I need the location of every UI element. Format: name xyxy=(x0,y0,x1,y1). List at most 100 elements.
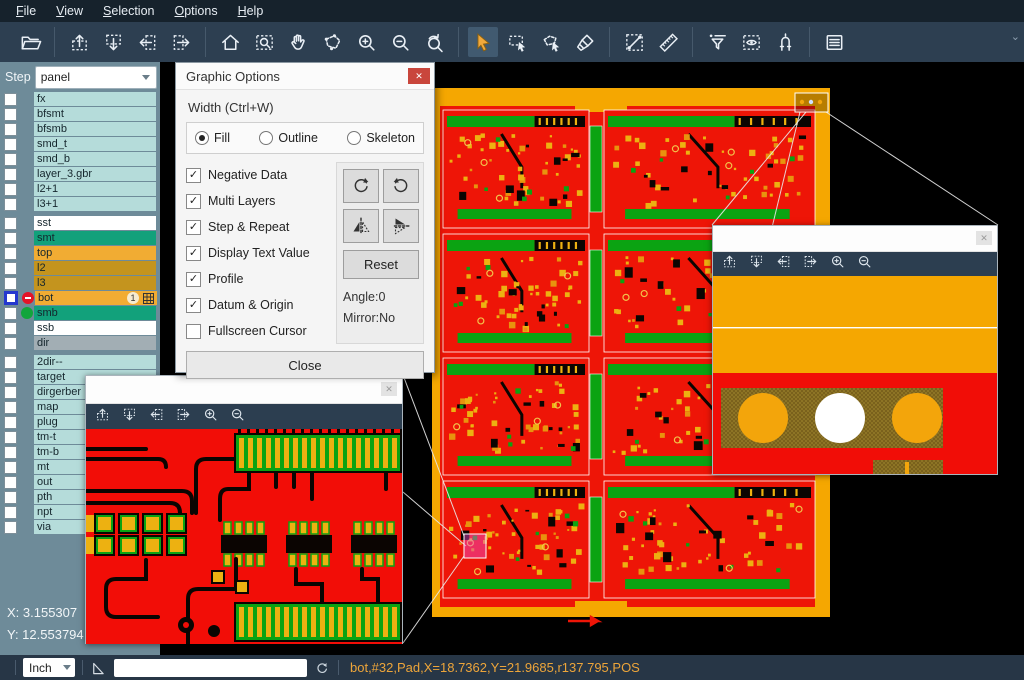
layer-checkbox-plug[interactable] xyxy=(4,416,17,429)
step-select[interactable]: panel xyxy=(35,66,157,89)
layer-row-layer_3.gbr[interactable]: layer_3.gbr xyxy=(0,167,160,181)
filter-icon[interactable] xyxy=(702,27,732,57)
layer-name[interactable]: 2dir-- xyxy=(34,355,156,369)
snap-icon[interactable] xyxy=(770,27,800,57)
close-icon[interactable]: ✕ xyxy=(976,231,992,245)
layer-name[interactable]: l3+1 xyxy=(34,197,156,211)
layer-name[interactable]: l2 xyxy=(34,261,156,275)
layer-checkbox-smb[interactable] xyxy=(4,307,17,320)
layer-checkbox-target[interactable] xyxy=(4,371,17,384)
zoom-window-left-titlebar[interactable]: ✕ xyxy=(86,376,402,404)
layer-checkbox-l2[interactable] xyxy=(4,262,17,275)
checkbox[interactable] xyxy=(186,324,201,339)
option-datum-origin[interactable]: ✓Datum & Origin xyxy=(186,292,336,318)
layer-name[interactable]: l2+1 xyxy=(34,182,156,196)
checkbox[interactable]: ✓ xyxy=(186,298,201,313)
option-profile[interactable]: ✓Profile xyxy=(186,266,336,292)
reset-button[interactable]: Reset xyxy=(343,250,419,279)
option-display-text-value[interactable]: ✓Display Text Value xyxy=(186,240,336,266)
rotate-cw-button[interactable] xyxy=(343,169,379,203)
layer-row-bfsmt[interactable]: bfsmt xyxy=(0,107,160,121)
open-folder-icon[interactable] xyxy=(15,27,45,57)
layer-checkbox-via[interactable] xyxy=(4,521,17,534)
layer-name[interactable]: bot1 xyxy=(35,291,157,305)
layer-name[interactable]: bfsmb xyxy=(34,122,156,136)
zoom-out-icon[interactable] xyxy=(229,406,246,428)
rotate-ccw-button[interactable] xyxy=(383,169,419,203)
option-step-repeat[interactable]: ✓Step & Repeat xyxy=(186,214,336,240)
measure-ruler-icon[interactable] xyxy=(653,27,683,57)
option-multi-layers[interactable]: ✓Multi Layers xyxy=(186,188,336,214)
zoom-view-right[interactable] xyxy=(713,276,997,474)
select-pointer-icon[interactable] xyxy=(468,27,498,57)
radio-outline[interactable]: Outline xyxy=(259,131,318,145)
layer-checkbox-l3+1[interactable] xyxy=(4,198,17,211)
shift-up-icon[interactable] xyxy=(721,253,738,275)
zoom-out-icon[interactable] xyxy=(856,253,873,275)
layer-checkbox-2dir--[interactable] xyxy=(4,356,17,369)
layer-name[interactable]: smd_t xyxy=(34,137,156,151)
layer-name[interactable]: smt xyxy=(34,231,156,245)
layer-checkbox-top[interactable] xyxy=(4,247,17,260)
layer-checkbox-l3[interactable] xyxy=(4,277,17,290)
layer-name[interactable]: bfsmt xyxy=(34,107,156,121)
option-fullscreen-cursor[interactable]: Fullscreen Cursor xyxy=(186,318,336,344)
layer-checkbox-dir[interactable] xyxy=(4,337,17,350)
layer-checkbox-map[interactable] xyxy=(4,401,17,414)
layer-row-l3[interactable]: l3 xyxy=(0,276,160,290)
mirror-vertical-button[interactable] xyxy=(383,209,419,243)
layer-row-smt[interactable]: smt xyxy=(0,231,160,245)
select-rect-icon[interactable] xyxy=(502,27,532,57)
layer-name[interactable]: smb xyxy=(34,306,156,320)
zoom-in-icon[interactable] xyxy=(351,27,381,57)
layer-row-dir[interactable]: dir xyxy=(0,336,160,350)
layer-checkbox-sst[interactable] xyxy=(4,217,17,230)
close-icon[interactable]: ✕ xyxy=(408,68,430,84)
layer-checkbox-dirgerber[interactable] xyxy=(4,386,17,399)
layer-row-l3+1[interactable]: l3+1 xyxy=(0,197,160,211)
menu-item-options[interactable]: Options xyxy=(164,2,227,20)
layer-list-icon[interactable] xyxy=(819,27,849,57)
layer-checkbox-fx[interactable] xyxy=(4,93,17,106)
checkbox[interactable]: ✓ xyxy=(186,272,201,287)
layer-checkbox-smd_t[interactable] xyxy=(4,138,17,151)
shift-up-icon[interactable] xyxy=(64,27,94,57)
layer-row-smd_t[interactable]: smd_t xyxy=(0,137,160,151)
zoom-window-right-titlebar[interactable]: ✕ xyxy=(713,226,997,252)
layer-name[interactable]: top xyxy=(34,246,156,260)
shift-left-icon[interactable] xyxy=(775,253,792,275)
zoom-region-icon[interactable] xyxy=(249,27,279,57)
layer-name[interactable]: sst xyxy=(34,216,156,230)
mirror-horizontal-button[interactable] xyxy=(343,209,379,243)
layer-name[interactable]: dir xyxy=(34,336,156,350)
layer-name[interactable]: smd_b xyxy=(34,152,156,166)
layer-checkbox-pth[interactable] xyxy=(4,491,17,504)
command-input[interactable] xyxy=(114,659,307,677)
shift-up-icon[interactable] xyxy=(94,406,111,428)
set-square-icon[interactable] xyxy=(90,659,108,677)
shift-down-icon[interactable] xyxy=(98,27,128,57)
zoom-polygon-icon[interactable] xyxy=(317,27,347,57)
shift-right-icon[interactable] xyxy=(166,27,196,57)
toolbar-overflow-icon[interactable]: ⌄ xyxy=(1011,30,1020,43)
layer-row-smb[interactable]: smb xyxy=(0,306,160,320)
checkbox[interactable]: ✓ xyxy=(186,246,201,261)
layer-checkbox-tm-t[interactable] xyxy=(4,431,17,444)
layer-name[interactable]: fx xyxy=(34,92,156,106)
option-negative-data[interactable]: ✓Negative Data xyxy=(186,162,336,188)
unit-select[interactable]: Inch xyxy=(23,658,75,677)
layer-checkbox-smd_b[interactable] xyxy=(4,153,17,166)
radio-fill[interactable]: Fill xyxy=(195,131,230,145)
layer-row-ssb[interactable]: ssb xyxy=(0,321,160,335)
radio-skeleton[interactable]: Skeleton xyxy=(347,131,415,145)
checkbox[interactable]: ✓ xyxy=(186,168,201,183)
dialog-titlebar[interactable]: Graphic Options ✕ xyxy=(176,63,434,90)
select-polygon-icon[interactable] xyxy=(536,27,566,57)
layer-name[interactable]: l3 xyxy=(34,276,156,290)
menu-item-file[interactable]: File xyxy=(6,2,46,20)
layer-row-smd_b[interactable]: smd_b xyxy=(0,152,160,166)
layer-row-l2[interactable]: l2 xyxy=(0,261,160,275)
layer-checkbox-bot[interactable] xyxy=(4,291,18,305)
checkbox[interactable]: ✓ xyxy=(186,194,201,209)
shift-right-icon[interactable] xyxy=(175,406,192,428)
